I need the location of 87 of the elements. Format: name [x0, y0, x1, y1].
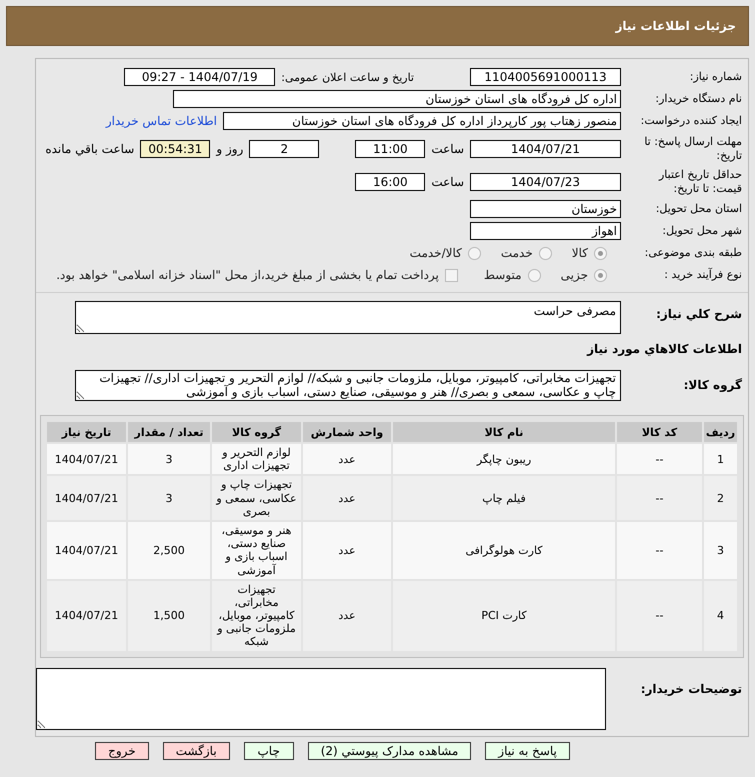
column-header: تاریخ نیاز: [47, 422, 126, 442]
action-button[interactable]: پاسخ به نیاز: [485, 742, 570, 760]
table-cell: عدد: [303, 580, 391, 651]
table-cell: 1404/07/21: [47, 476, 126, 520]
buyer-contact-link[interactable]: اطلاعات تماس خریدار: [106, 114, 217, 128]
table-cell: --: [617, 580, 702, 651]
table-cell: عدد: [303, 522, 391, 579]
column-header: نام کالا: [393, 422, 615, 442]
table-cell: تجهیزات چاپ و عکاسی، سمعی و بصری: [212, 476, 301, 520]
field-label: توضیحات خریدار:: [640, 680, 742, 697]
radio-button[interactable]: [594, 268, 607, 282]
radio-label: متوسط: [484, 268, 522, 282]
field-label: طبقه بندی موضوعی:: [644, 246, 742, 260]
field-label: نام دستگاه خریدار:: [654, 92, 742, 106]
column-header: ردیف: [704, 422, 737, 442]
announce-date-field: 1404/07/19 - 09:27: [124, 68, 276, 86]
table-cell: 2: [704, 476, 737, 520]
radio-label: کالا/خدمت: [410, 246, 462, 260]
action-button[interactable]: بازگشت: [162, 742, 230, 760]
table-cell: --: [617, 476, 702, 520]
column-header: کد کالا: [617, 422, 702, 442]
radio-button[interactable]: [468, 246, 481, 260]
field-label: استان محل تحویل:: [654, 202, 742, 216]
table-cell: --: [617, 522, 702, 579]
action-button[interactable]: خروج: [95, 742, 149, 760]
radio-label: کالا: [572, 246, 588, 260]
field-label: شماره نیاز:: [688, 70, 742, 84]
province-field: خوزستان: [470, 200, 621, 218]
column-header: تعداد / مقدار: [128, 422, 210, 442]
action-button[interactable]: چاپ: [244, 742, 294, 760]
action-button[interactable]: مشاهده مدارک پیوستي (2): [308, 742, 472, 760]
table-cell: 1,500: [128, 580, 210, 651]
field-label: گروه کالا:: [682, 378, 742, 393]
checkbox-label: پرداخت تمام یا بخشی از مبلغ خرید،از محل "اسناد خزانه اسلامی" خواهد بود.: [56, 268, 439, 282]
field-label: شهر محل تحویل:: [661, 224, 742, 238]
creator-field: منصور زهتاب پور کارپرداز اداره کل فرودگاه های استان خوزستان: [223, 112, 621, 130]
table-cell: 1: [704, 444, 737, 474]
date-field: 1404/07/21: [470, 140, 621, 158]
table-cell: فیلم چاپ: [393, 476, 615, 520]
table-cell: 3: [128, 476, 210, 520]
table-cell: ریبون چاپگر: [393, 444, 615, 474]
field-label: مهلت ارسال پاسخ: تا تاریخ:: [643, 134, 742, 162]
table-cell: 3: [704, 522, 737, 579]
table-cell: 1404/07/21: [47, 580, 126, 651]
table-cell: تجهیزات مخابراتی، کامپیوتر، موبایل، ملزومات جانبی و شبکه: [212, 580, 301, 651]
table-cell: 1404/07/21: [47, 522, 126, 579]
buyer-org-field: اداره کل فرودگاه های استان خوزستان: [173, 90, 621, 108]
radio-button[interactable]: [594, 246, 607, 260]
field-label: شرح کلي نياز:: [655, 306, 742, 322]
buyer-notes-field[interactable]: [36, 668, 606, 730]
table-cell: کارت PCI: [393, 580, 615, 651]
column-header: گروه کالا: [212, 422, 301, 442]
radio-label: جزیی: [560, 268, 588, 282]
section-heading: اطلاعات کالاهاي مورد نياز: [586, 341, 743, 358]
countdown-field: 00:54:31: [140, 140, 210, 158]
description-field[interactable]: مصرفی حراست: [75, 301, 621, 334]
field-label: حداقل تاریخ اعتبار قیمت: تا تاریخ:: [658, 168, 742, 196]
table-cell: 3: [128, 444, 210, 474]
table-cell: عدد: [303, 476, 391, 520]
field-label: روز و: [216, 142, 244, 156]
column-header: واحد شمارش: [303, 422, 391, 442]
table-cell: 2,500: [128, 522, 210, 579]
field-label: ساعت: [431, 142, 464, 156]
time-field: 11:00: [355, 140, 426, 158]
table-cell: 4: [704, 580, 737, 651]
need-number-field: 1104005691000113: [470, 68, 621, 86]
table-cell: --: [617, 444, 702, 474]
city-field: اهواز: [470, 222, 621, 240]
radio-label: خدمت: [500, 246, 533, 260]
goods-group-field[interactable]: تجهیزات مخابراتی، کامپیوتر، موبایل، ملزومات جانبی و شبکه// لوازم التحریر و تجهیزات اداری// تجهیزات چاپ و عکاسی، سمعی و بصری// هنر و موسیقی، صنایع دستی، اسباب بازی و آموزشی: [75, 370, 621, 401]
table-cell: هنر و موسیقی، صنایع دستی، اسباب بازی و آموزشی: [212, 522, 301, 579]
date-field: 1404/07/23: [470, 172, 621, 190]
field-label: ایجاد کننده درخواست:: [640, 114, 742, 128]
field-label: ساعت: [431, 174, 464, 188]
page-title: جزئیات اطلاعات نیاز: [615, 19, 736, 33]
table-cell: لوازم التحریر و تجهیزات اداری: [212, 444, 301, 474]
table-cell: 1404/07/21: [47, 444, 126, 474]
table-cell: کارت هولوگرافی: [393, 522, 615, 579]
radio-button[interactable]: [528, 268, 541, 282]
days-field: 2: [249, 140, 320, 158]
table-cell: عدد: [303, 444, 391, 474]
field-label: تاریخ و ساعت اعلان عمومی:: [281, 70, 414, 84]
time-field: 16:00: [355, 172, 426, 190]
field-label: ساعت باقي مانده: [45, 142, 134, 156]
checkbox[interactable]: [444, 268, 458, 282]
radio-button[interactable]: [538, 246, 552, 260]
field-label: نوع فرآیند خرید :: [663, 268, 742, 282]
